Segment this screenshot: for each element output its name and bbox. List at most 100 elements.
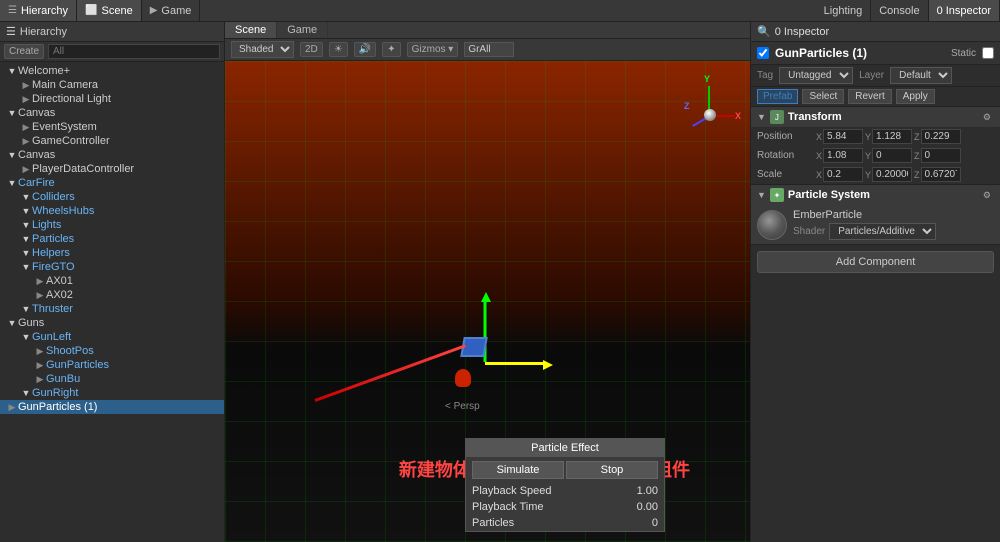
layer-select[interactable]: Default bbox=[890, 67, 952, 84]
audio-button[interactable]: 🔊 bbox=[354, 42, 376, 57]
tree-item[interactable]: ▼Colliders bbox=[0, 190, 224, 204]
persp-label: < Persp bbox=[445, 401, 480, 412]
tree-item-label: WheelsHubs bbox=[32, 205, 224, 217]
tree-item[interactable]: ▼Helpers bbox=[0, 246, 224, 260]
tree-item[interactable]: ▶ShootPos bbox=[0, 344, 224, 358]
tree-item[interactable]: ▼GunRight bbox=[0, 386, 224, 400]
hierarchy-search[interactable] bbox=[48, 44, 220, 59]
add-component-button[interactable]: Add Component bbox=[757, 251, 994, 273]
select-button[interactable]: Select bbox=[802, 89, 844, 104]
tree-item[interactable]: ▶AX02 bbox=[0, 288, 224, 302]
tree-expand-icon: ▼ bbox=[6, 318, 18, 328]
tag-select[interactable]: Untagged bbox=[779, 67, 853, 84]
static-checkbox[interactable] bbox=[982, 47, 994, 59]
create-button[interactable]: Create bbox=[4, 44, 44, 59]
tab-hierarchy[interactable]: ☰ Hierarchy bbox=[0, 0, 77, 21]
rotation-y[interactable] bbox=[872, 148, 912, 163]
tree-item-label: Guns bbox=[18, 317, 224, 329]
tree-item[interactable]: ▶GunParticles (1) bbox=[0, 400, 224, 414]
tree-item-label: PlayerDataController bbox=[32, 163, 224, 175]
tree-item[interactable]: ▼Welcome+ bbox=[0, 64, 224, 78]
tree-item-label: Canvas bbox=[18, 149, 224, 161]
position-z[interactable] bbox=[921, 129, 961, 144]
game-tab[interactable]: Game bbox=[277, 22, 328, 38]
tree-item-label: AX01 bbox=[46, 275, 224, 287]
tree-item[interactable]: ▼Canvas bbox=[0, 148, 224, 162]
scene-view[interactable]: < Persp 新建物体，添加ParticleSystem组件 Y X Z bbox=[225, 61, 750, 542]
ps-settings[interactable]: ⚙ bbox=[980, 189, 994, 202]
tree-item[interactable]: ▼CarFire bbox=[0, 176, 224, 190]
tab-scene[interactable]: ⬜ Scene bbox=[77, 0, 142, 21]
rotation-z[interactable] bbox=[921, 148, 961, 163]
playback-speed-value: 1.00 bbox=[637, 485, 658, 497]
particle-system-header[interactable]: ▼ ✦ Particle System ⚙ bbox=[751, 185, 1000, 205]
tree-item[interactable]: ▼FireGTO bbox=[0, 260, 224, 274]
tree-item[interactable]: ▶EventSystem bbox=[0, 120, 224, 134]
tree-item[interactable]: ▼Particles bbox=[0, 232, 224, 246]
tree-item[interactable]: ▶GameController bbox=[0, 134, 224, 148]
object-active-checkbox[interactable] bbox=[757, 47, 769, 59]
tree-item[interactable]: ▼Canvas bbox=[0, 106, 224, 120]
tab-game[interactable]: ▶ Game bbox=[142, 0, 201, 21]
scene-tab[interactable]: Scene bbox=[225, 22, 277, 38]
tab-lighting[interactable]: Lighting bbox=[816, 0, 872, 21]
tab-inspector[interactable]: 0 Inspector bbox=[929, 0, 1000, 21]
transform-header[interactable]: ▼ J Transform ⚙ bbox=[751, 107, 1000, 127]
fx-button[interactable]: ✦ bbox=[382, 42, 400, 57]
scene-icon: ⬜ bbox=[85, 5, 97, 16]
rot-x-label: X bbox=[816, 151, 822, 161]
particles-value: 0 bbox=[652, 517, 658, 529]
playback-time-label: Playback Time bbox=[472, 501, 544, 513]
scale-z[interactable] bbox=[921, 167, 961, 182]
rotation-y-item: Y bbox=[865, 148, 912, 163]
simulate-button[interactable]: Simulate bbox=[472, 461, 564, 479]
transform-settings[interactable]: ⚙ bbox=[980, 111, 994, 124]
hierarchy-header: ☰ Hierarchy bbox=[0, 22, 224, 42]
tree-item[interactable]: ▶GunBu bbox=[0, 372, 224, 386]
game-tab-label: Game bbox=[287, 24, 317, 36]
apply-button[interactable]: Apply bbox=[896, 89, 935, 104]
tree-item[interactable]: ▶Directional Light bbox=[0, 92, 224, 106]
position-x-item: X bbox=[816, 129, 863, 144]
tree-item[interactable]: ▼GunLeft bbox=[0, 330, 224, 344]
tree-item[interactable]: ▶GunParticles bbox=[0, 358, 224, 372]
scale-z-item: Z bbox=[914, 167, 961, 182]
tree-item[interactable]: ▼WheelsHubs bbox=[0, 204, 224, 218]
tree-item-label: EventSystem bbox=[32, 121, 224, 133]
position-y[interactable] bbox=[872, 129, 912, 144]
tree-collapse-icon: ▶ bbox=[20, 80, 32, 91]
tree-item[interactable]: ▼Thruster bbox=[0, 302, 224, 316]
tree-item[interactable]: ▶AX01 bbox=[0, 274, 224, 288]
scale-y-item: Y bbox=[865, 167, 912, 182]
stop-button[interactable]: Stop bbox=[566, 461, 658, 479]
tree-item[interactable]: ▶PlayerDataController bbox=[0, 162, 224, 176]
ps-shader-select[interactable]: Particles/Additive bbox=[829, 223, 936, 240]
y-axis-arrowhead bbox=[481, 292, 491, 302]
tree-collapse-icon: ▶ bbox=[34, 276, 46, 287]
inspector-title: 0 Inspector bbox=[775, 26, 829, 38]
tree-item-label: GunRight bbox=[32, 387, 224, 399]
scene-toolbar: Shaded 2D ☀ 🔊 ✦ Gizmos ▾ bbox=[225, 39, 750, 61]
gizmos-button[interactable]: Gizmos ▾ bbox=[407, 42, 459, 57]
2d-button[interactable]: 2D bbox=[300, 42, 323, 57]
light-button[interactable]: ☀ bbox=[329, 42, 348, 57]
tree-collapse-icon: ▶ bbox=[6, 402, 18, 413]
revert-button[interactable]: Revert bbox=[848, 89, 891, 104]
tree-expand-icon: ▼ bbox=[20, 248, 32, 258]
scale-x[interactable] bbox=[823, 167, 863, 182]
tree-item[interactable]: ▼Lights bbox=[0, 218, 224, 232]
gizmo-x-label: X bbox=[735, 111, 741, 121]
layer-label: Layer bbox=[859, 70, 884, 81]
shading-select[interactable]: Shaded bbox=[231, 41, 294, 58]
rotation-label: Rotation bbox=[757, 150, 812, 161]
rotation-x[interactable] bbox=[823, 148, 863, 163]
tab-console[interactable]: Console bbox=[871, 0, 928, 21]
hierarchy-tree: ▼Welcome+▶Main Camera▶Directional Light▼… bbox=[0, 62, 224, 542]
gizmos-filter[interactable] bbox=[464, 42, 514, 57]
position-x[interactable] bbox=[823, 129, 863, 144]
scale-y[interactable] bbox=[872, 167, 912, 182]
tree-item[interactable]: ▼Guns bbox=[0, 316, 224, 330]
pos-x-label: X bbox=[816, 132, 822, 142]
tree-collapse-icon: ▶ bbox=[34, 290, 46, 301]
tree-item[interactable]: ▶Main Camera bbox=[0, 78, 224, 92]
